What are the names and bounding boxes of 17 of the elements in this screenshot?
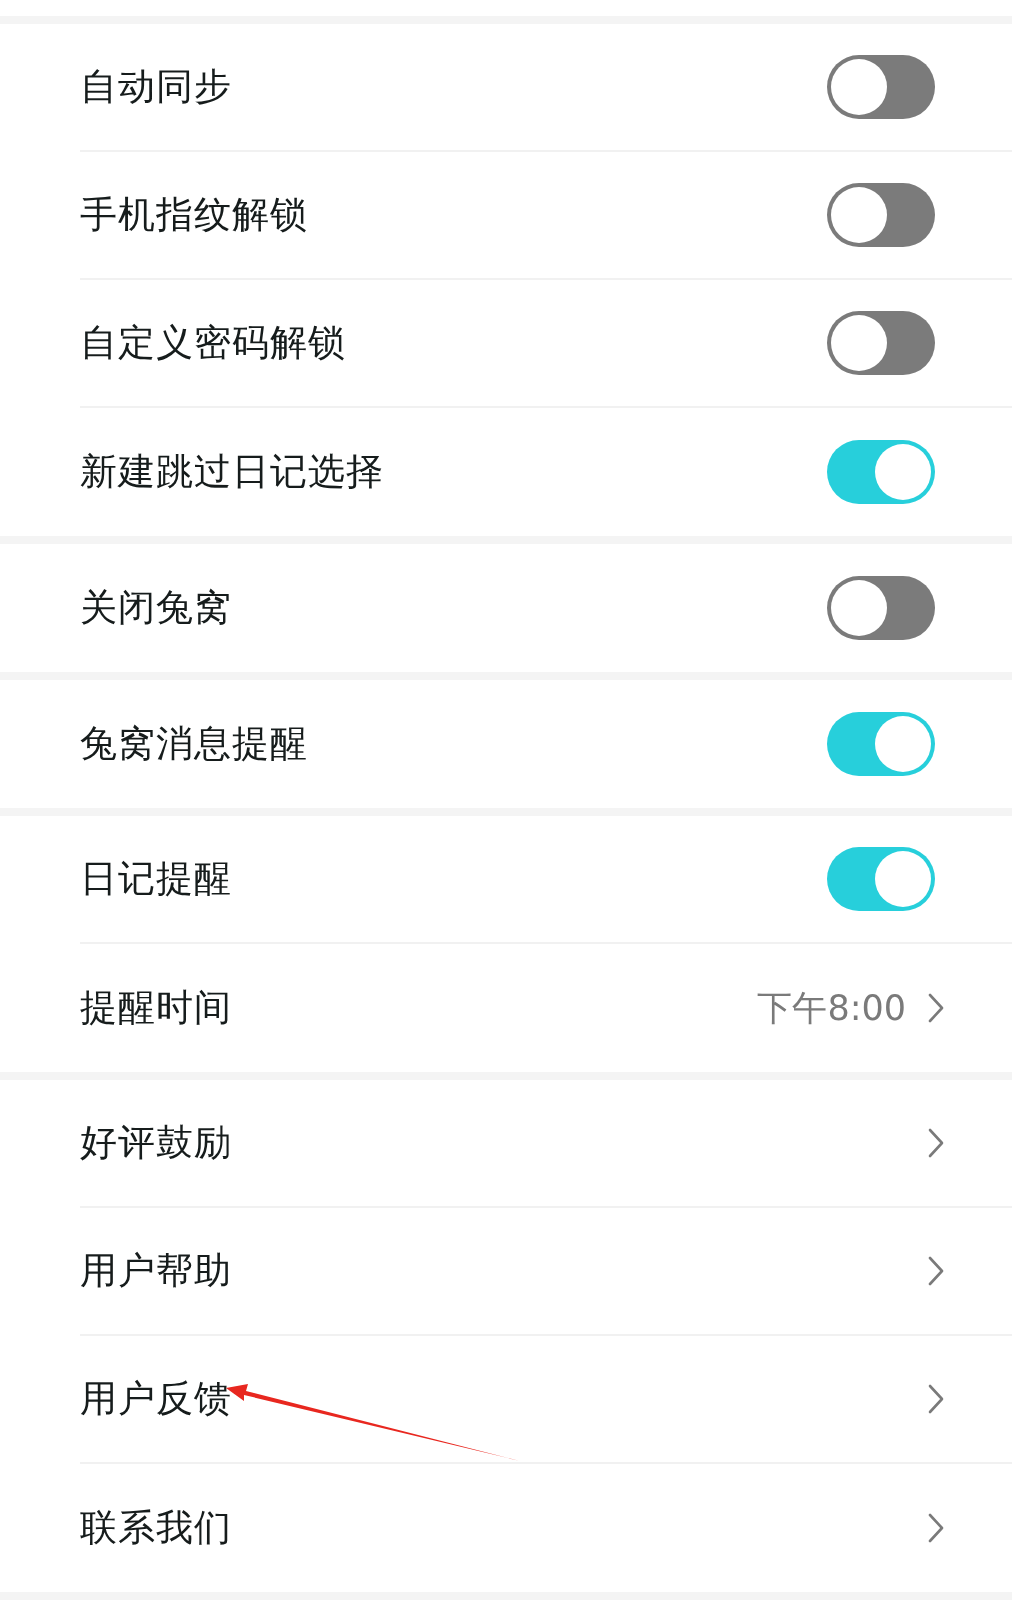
setting-label: 日记提醒 [80, 856, 232, 902]
setting-label: 关闭兔窝 [80, 585, 232, 631]
setting-label: 新建跳过日记选择 [80, 449, 384, 495]
menu-item[interactable]: 用户帮助 [80, 1208, 1012, 1336]
chevron-right-icon [928, 993, 944, 1023]
setting-label: 自定义密码解锁 [80, 320, 346, 366]
setting-label: 自动同步 [80, 64, 232, 110]
chevron-right-icon [928, 1128, 944, 1158]
menu-item[interactable]: 好评鼓励 [80, 1080, 1012, 1208]
setting-label: 手机指纹解锁 [80, 192, 308, 238]
setting-label: 兔窝消息提醒 [80, 721, 308, 767]
chevron-right-icon [928, 1513, 944, 1543]
menu-item[interactable]: 联系我们 [80, 1464, 1012, 1592]
chevron-right-icon [928, 1256, 944, 1286]
menu-item[interactable]: 提醒时间 下午8:00 [80, 944, 1012, 1072]
time-value: 下午8:00 [757, 986, 906, 1030]
chevron-right-icon [928, 1384, 944, 1414]
